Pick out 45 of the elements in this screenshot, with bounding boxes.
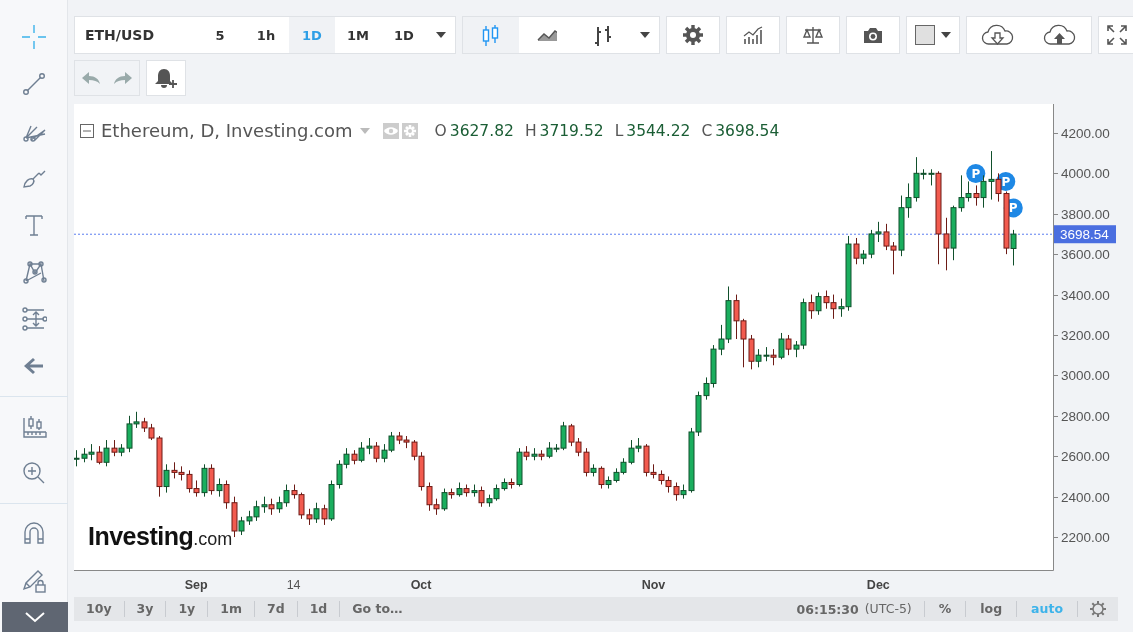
range-button[interactable]: 1y <box>166 601 209 617</box>
ohlc-label: C <box>701 121 713 140</box>
scale-toggle[interactable]: log <box>966 601 1018 617</box>
month-label: Dec <box>866 578 890 592</box>
price-label: 3400.00 <box>1061 288 1110 303</box>
ohlc-label: L <box>614 121 624 140</box>
range-button[interactable]: 3y <box>124 601 167 617</box>
month-label: Oct <box>410 578 432 592</box>
price-label: 2400.00 <box>1061 490 1110 505</box>
price-label: 3800.00 <box>1061 207 1110 222</box>
watermark-logo: Investing.com <box>88 522 233 551</box>
range-button[interactable]: 7d <box>255 601 298 617</box>
range-button[interactable]: 1d <box>297 601 341 617</box>
date-label: 14 <box>286 578 301 592</box>
ohlc-value: 3544.22 <box>626 121 691 140</box>
ref-line-label: 3698.54 <box>1060 226 1110 242</box>
scale-toggle[interactable]: % <box>924 601 967 617</box>
month-label: Nov <box>641 578 666 592</box>
price-label: 3600.00 <box>1061 247 1110 262</box>
annotation: P <box>1001 175 1011 189</box>
marker-badge[interactable]: P <box>966 163 986 183</box>
ohlc-value: 3627.82 <box>449 121 514 140</box>
price-label: 2600.00 <box>1061 449 1110 464</box>
price-label: 3200.00 <box>1061 328 1110 343</box>
ohlc-label: H <box>524 121 537 140</box>
range-button[interactable]: 10y <box>74 601 125 617</box>
price-label: 2200.00 <box>1061 530 1110 545</box>
interval-button[interactable]: 1D <box>289 17 335 53</box>
go-to-button[interactable]: Go to… <box>340 601 415 617</box>
annotation: P <box>971 166 981 181</box>
price-label: 4000.00 <box>1061 166 1110 181</box>
range-button[interactable]: 1m <box>208 601 255 617</box>
series-title[interactable]: Ethereum, D, Investing.com <box>101 120 353 141</box>
price-label: 3000.00 <box>1061 368 1110 383</box>
price-label: 4200.00 <box>1061 126 1110 141</box>
timezone-button[interactable]: (UTC-5) <box>862 601 925 617</box>
ohlc-value: 3698.54 <box>715 121 780 140</box>
ohlc-value: 3719.52 <box>539 121 604 140</box>
month-label: Sep <box>184 578 208 592</box>
symbol-field[interactable]: ETH/USD <box>75 17 197 53</box>
ohlc-label: O <box>434 121 447 140</box>
price-label: 2800.00 <box>1061 409 1110 424</box>
clock-time: 06:15:30 <box>796 601 860 617</box>
last-price-tag: 3698.54 <box>1054 225 1116 244</box>
annotation: P <box>1008 201 1018 216</box>
